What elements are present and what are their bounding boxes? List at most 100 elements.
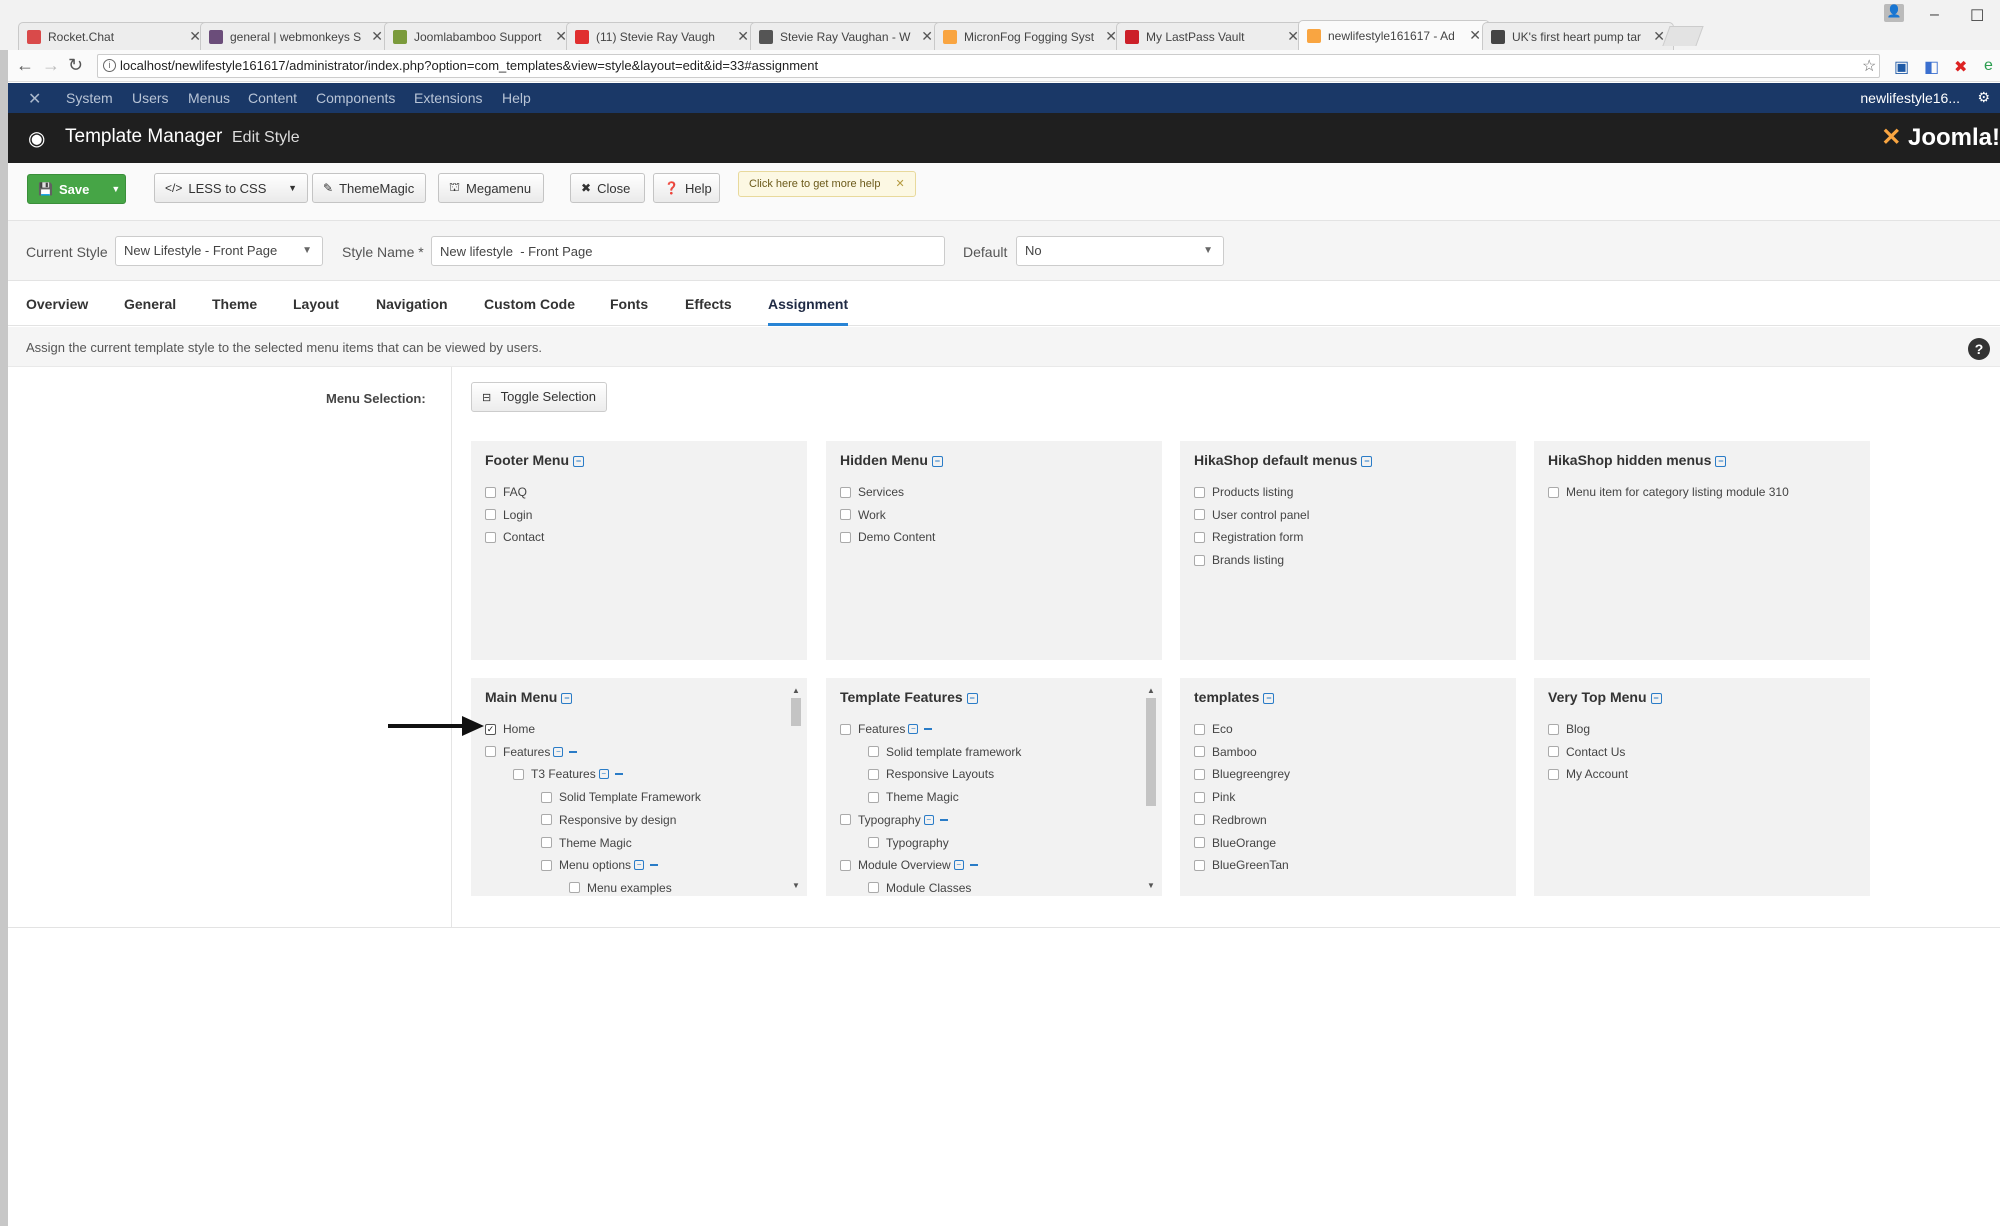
current-style-select[interactable]: New Lifestyle - Front Page ▼	[115, 236, 323, 266]
menu-item[interactable]: My Account	[1548, 767, 1628, 781]
checkbox[interactable]	[1194, 837, 1205, 848]
menu-item[interactable]: Demo Content	[840, 530, 935, 544]
menu-item[interactable]: Contact	[485, 530, 544, 544]
browser-tab[interactable]: Joomlabamboo Support ✕	[384, 22, 576, 50]
nav-components[interactable]: Components	[316, 90, 395, 106]
tab-fonts[interactable]: Fonts	[610, 296, 648, 312]
menu-item[interactable]: Eco	[1194, 722, 1233, 736]
checkbox[interactable]	[1194, 814, 1205, 826]
default-select[interactable]: No ▼	[1016, 236, 1224, 266]
scrollbar[interactable]: ▲ ▼	[791, 686, 801, 890]
back-icon[interactable]: ←	[16, 55, 34, 76]
deselect-children-icon[interactable]	[969, 864, 978, 867]
browser-tab[interactable]: newlifestyle161617 - Ad ✕	[1298, 20, 1490, 50]
help-button[interactable]: ❓ Help	[653, 173, 720, 203]
profile-icon[interactable]: 👤	[1884, 4, 1904, 22]
menu-item[interactable]: BlueGreenTan	[1194, 858, 1289, 872]
menu-item[interactable]: Features −	[485, 745, 578, 759]
maximize-icon[interactable]: ☐	[1970, 6, 1984, 26]
user-menu[interactable]: newlifestyle16...	[1860, 90, 1960, 106]
collapse-icon[interactable]: −	[1361, 455, 1373, 467]
menu-item[interactable]: Typography −	[840, 813, 948, 827]
checkbox[interactable]	[1194, 554, 1205, 566]
menu-item[interactable]: Registration form	[1194, 530, 1303, 544]
checkbox[interactable]	[1194, 768, 1205, 780]
collapse-icon[interactable]: −	[553, 746, 564, 757]
checkbox[interactable]	[840, 486, 851, 498]
collapse-icon[interactable]: −	[1715, 455, 1727, 467]
nav-help[interactable]: Help	[502, 90, 531, 106]
browser-tab[interactable]: general | webmonkeys S ✕	[200, 22, 392, 50]
less-to-css-button[interactable]: </> LESS to CSS ▼	[154, 173, 308, 203]
menu-item[interactable]: ✓ Home	[485, 722, 535, 736]
menu-item[interactable]: T3 Features −	[513, 767, 623, 781]
menu-item[interactable]: User control panel	[1194, 508, 1309, 522]
checkbox[interactable]	[1194, 486, 1205, 498]
checkbox[interactable]	[485, 746, 496, 758]
menu-item[interactable]: Menu options −	[541, 858, 659, 872]
browser-tab[interactable]: UK's first heart pump tar ✕	[1482, 22, 1674, 50]
scroll-up-icon[interactable]: ▲	[791, 686, 801, 695]
deselect-children-icon[interactable]	[569, 750, 578, 753]
deselect-children-icon[interactable]	[650, 864, 659, 867]
collapse-icon[interactable]: −	[966, 692, 978, 704]
reload-icon[interactable]: ↻	[68, 55, 83, 76]
checkbox[interactable]	[840, 509, 851, 521]
menu-item[interactable]: Theme Magic	[541, 836, 632, 850]
scrollbar[interactable]: ▲ ▼	[1146, 686, 1156, 890]
menu-item[interactable]: Menu item for category listing module 31…	[1548, 485, 1789, 499]
extension-icon[interactable]: ◧	[1924, 57, 1939, 77]
menu-item[interactable]: Redbrown	[1194, 813, 1267, 827]
close-tab-icon[interactable]: ✕	[737, 28, 749, 45]
url-input[interactable]: i localhost/newlifestyle161617/administr…	[97, 54, 1880, 78]
tab-layout[interactable]: Layout	[293, 296, 339, 312]
menu-item[interactable]: Menu examples	[569, 881, 672, 895]
tab-theme[interactable]: Theme	[212, 296, 257, 312]
nav-menus[interactable]: Menus	[188, 90, 230, 106]
checkbox[interactable]	[541, 859, 552, 871]
menu-item[interactable]: Bamboo	[1194, 745, 1257, 759]
checkbox[interactable]	[485, 509, 496, 521]
checkbox[interactable]	[868, 746, 879, 758]
checkbox[interactable]	[1548, 746, 1559, 758]
extension-icon[interactable]: ▣	[1894, 57, 1909, 77]
checkbox[interactable]	[1194, 746, 1205, 758]
chevron-down-icon[interactable]: ▼	[288, 183, 297, 193]
menu-item[interactable]: Solid Template Framework	[541, 790, 701, 804]
checkbox[interactable]	[513, 768, 524, 780]
menu-item[interactable]: Responsive Layouts	[868, 767, 994, 781]
menu-item[interactable]: Module Classes	[868, 881, 971, 895]
minimize-icon[interactable]: –	[1930, 6, 1939, 24]
close-tab-icon[interactable]: ✕	[371, 28, 383, 45]
checkbox[interactable]	[1194, 723, 1205, 735]
toggle-selection-button[interactable]: ⊟ Toggle Selection	[471, 382, 608, 412]
tab-overview[interactable]: Overview	[26, 296, 88, 312]
tab-general[interactable]: General	[124, 296, 176, 312]
nav-users[interactable]: Users	[132, 90, 169, 106]
save-button[interactable]: 💾 Save ▼	[27, 174, 126, 204]
menu-item[interactable]: Solid template framework	[868, 745, 1021, 759]
checkbox[interactable]	[868, 791, 879, 803]
menu-item[interactable]: Pink	[1194, 790, 1235, 804]
nav-system[interactable]: System	[66, 90, 113, 106]
close-tab-icon[interactable]: ✕	[1469, 27, 1481, 44]
collapse-icon[interactable]: −	[953, 860, 964, 871]
joomla-logo-icon[interactable]: ✕	[28, 89, 41, 109]
menu-item[interactable]: FAQ	[485, 485, 527, 499]
checkbox[interactable]	[1548, 723, 1559, 735]
checkbox[interactable]	[541, 837, 552, 848]
checkbox[interactable]	[840, 859, 851, 871]
collapse-icon[interactable]: −	[923, 814, 934, 825]
menu-item[interactable]: BlueOrange	[1194, 836, 1276, 850]
menu-item[interactable]: Typography	[868, 836, 949, 850]
checkbox[interactable]	[1194, 859, 1205, 871]
checkbox[interactable]	[1194, 531, 1205, 543]
checkbox[interactable]	[485, 531, 496, 543]
nav-content[interactable]: Content	[248, 90, 297, 106]
bookmark-star-icon[interactable]: ☆	[1862, 56, 1876, 76]
gear-icon[interactable]: ⚙	[1977, 89, 1990, 106]
new-tab-button[interactable]	[1662, 26, 1704, 46]
menu-item[interactable]: Features −	[840, 722, 933, 736]
menu-item[interactable]: Module Overview −	[840, 858, 978, 872]
checkbox[interactable]	[541, 814, 552, 826]
